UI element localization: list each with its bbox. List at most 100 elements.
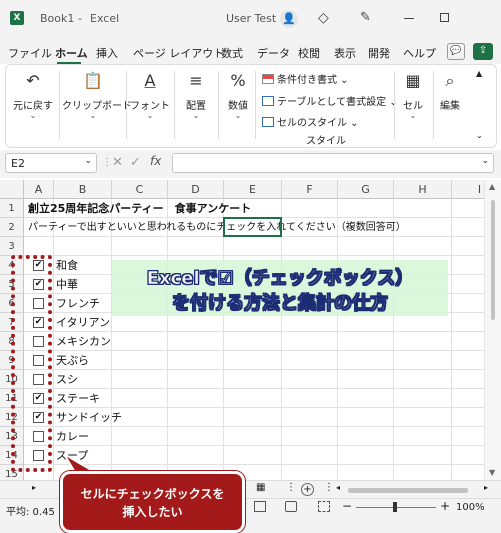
cells-group[interactable]: ▦ セル ⌄ [396,65,430,147]
food-item-label[interactable]: イタリアン [56,313,110,332]
undo-group[interactable]: ↶ 元に戻す ⌄ [8,65,58,147]
callout-line-2: 挿入したい [122,505,183,519]
column-header[interactable]: H [394,180,452,199]
conditional-formatting-button[interactable]: 条件付き書式 ⌄ [262,71,349,86]
chevron-down-icon: ⌄ [89,111,97,120]
insert-function-icon[interactable]: fx [150,154,161,168]
food-item-label[interactable]: サンドイッチ [56,408,122,427]
undo-icon: ↶ [26,71,40,90]
add-sheet-icon[interactable]: + [301,483,314,496]
cell-styles-button[interactable]: セルのスタイル ⌄ [262,114,359,129]
row-header[interactable]: 3 [0,237,24,256]
minimize-icon[interactable] [404,18,414,19]
undo-label: 元に戻す [13,101,53,112]
grid-row-line [24,445,484,446]
food-item-label[interactable]: フレンチ [56,294,100,313]
column-header[interactable]: D [168,180,224,199]
horizontal-scrollbar-thumb[interactable] [348,488,468,493]
clipboard-group[interactable]: 📋 クリップボード ⌄ [62,65,132,147]
name-box-value: E2 [11,157,25,170]
chevron-down-icon[interactable]: ⌄ [476,131,483,140]
tab-file[interactable]: ファイル [8,45,52,61]
food-item-label[interactable]: ステーキ [56,389,100,408]
cell-a2-instruction[interactable]: パーティーで出すといいと思われるものにチェックを入れてください（複数回答可） [28,218,406,237]
clipboard-icon: 📋 [83,71,103,90]
selected-cell-e2[interactable] [223,217,282,237]
ribbon-tabs: ファイル ホーム 挿入 ページ レイアウト 数式 データ 校閲 表示 開発 ヘル… [0,38,501,64]
column-header[interactable]: F [282,180,338,199]
ribbon-scroll[interactable]: ▲ ⌄ [464,65,494,147]
excel-logo-icon: X [10,11,24,25]
scroll-up-icon[interactable]: ▲ [489,182,495,191]
column-header[interactable]: A [24,180,54,199]
tab-help[interactable]: ヘルプ [403,45,436,61]
vertical-scrollbar[interactable]: ▲ ▼ [484,180,501,480]
cell-a1-title[interactable]: 創立25周年記念パーティー 食事アンケート [28,199,251,218]
chevron-up-icon[interactable]: ▲ [476,69,482,78]
column-header[interactable]: G [338,180,394,199]
share-icon[interactable]: ⇪ [473,43,493,60]
editing-group[interactable]: ⌕ 編集 [438,65,462,147]
worksheet-grid[interactable]: ABCDEFGHIJ 123456789101112131415 創立25周年記… [0,180,484,480]
food-item-label[interactable]: 天ぷら [56,351,89,370]
enter-icon[interactable]: ✓ [130,155,141,170]
name-box[interactable]: E2 ⌄ [5,153,97,173]
tab-home[interactable]: ホーム [55,45,88,61]
zoom-out-icon[interactable]: − [342,499,352,513]
tab-data[interactable]: データ [257,45,290,61]
tab-insert[interactable]: 挿入 [96,45,118,61]
format-as-table-button[interactable]: テーブルとして書式設定 ⌄ [262,93,398,108]
diamond-icon[interactable]: ◇ [318,10,329,26]
tab-formulas[interactable]: 数式 [221,45,243,61]
alignment-group[interactable]: ≡ 配置 ⌄ [176,65,216,147]
page-break-view-icon[interactable] [318,501,330,512]
column-header[interactable]: C [112,180,168,199]
row-header[interactable]: 1 [0,199,24,218]
food-item-label[interactable]: スシ [56,370,78,389]
tab-view[interactable]: 表示 [334,45,356,61]
account-icon[interactable]: 👤 [280,10,298,28]
more-icon[interactable]: ⋮ [286,482,296,493]
column-header[interactable]: I [452,180,484,199]
normal-view-icon[interactable] [254,501,266,512]
scroll-left-icon[interactable]: ◂ [336,483,340,492]
chevron-down-icon: ⌄ [146,111,154,120]
tab-page-layout[interactable]: ページ レイアウト [133,45,224,61]
chevron-down-icon: ⌄ [409,111,417,120]
maximize-icon[interactable] [440,13,449,22]
select-all-corner[interactable] [0,180,24,199]
font-group[interactable]: A フォント ⌄ [128,65,172,147]
conditional-formatting-label: 条件付き書式 [277,75,337,86]
callout-line-1: セルにチェックボックスを [80,487,225,501]
chevron-down-icon[interactable]: ⌄ [84,156,92,166]
tab-review[interactable]: 校閲 [298,45,320,61]
food-item-label[interactable]: 中華 [56,275,78,294]
comment-icon[interactable]: 💬 [447,43,465,60]
zoom-slider-thumb[interactable] [393,502,397,512]
status-average: 平均: 0.45 [6,507,55,518]
sheet-nav-icon[interactable]: ▸ [32,483,36,492]
formula-input[interactable]: ⌄ [172,153,494,173]
cancel-icon[interactable]: ✕ [112,155,123,170]
scroll-right-icon[interactable]: ▸ [484,483,488,492]
number-group[interactable]: % 数値 ⌄ [220,65,256,147]
banner-line-2: を付ける方法と集計の仕方 [172,293,389,315]
column-header[interactable]: B [54,180,112,199]
tab-developer[interactable]: 開発 [368,45,390,61]
pen-icon[interactable]: ✎ [360,10,371,25]
zoom-in-icon[interactable]: + [440,499,450,513]
food-item-label[interactable]: カレー [56,427,89,446]
row-header[interactable]: 2 [0,218,24,237]
page-layout-view-icon[interactable] [285,501,297,512]
more-icon[interactable]: ⋮ [324,482,334,493]
food-item-label[interactable]: 和食 [56,256,78,275]
chevron-down-icon: ⌄ [234,111,242,120]
user-name: User Test [226,12,277,25]
zoom-level[interactable]: 100% [456,502,485,513]
food-item-label[interactable]: メキシカン [56,332,111,351]
column-header[interactable]: E [224,180,282,199]
scroll-down-icon[interactable]: ▼ [489,468,495,477]
chevron-down-icon[interactable]: ⌄ [481,156,489,166]
scrollbar-thumb[interactable] [491,200,495,320]
sheet-list-icon[interactable]: ▦ [256,482,265,493]
